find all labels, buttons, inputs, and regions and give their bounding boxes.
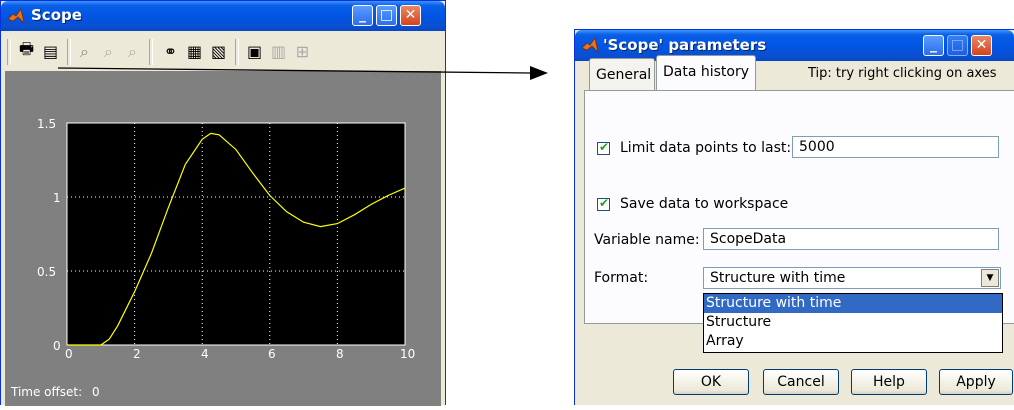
save-axes-settings-icon[interactable]: ▦ bbox=[185, 42, 204, 61]
toolbar-separator bbox=[235, 39, 239, 65]
maximize-button[interactable]: □ bbox=[376, 5, 397, 26]
tab-general[interactable]: General bbox=[589, 58, 655, 90]
scope-window: Scope _ □ ✕ 🖶 ▤ ⌕ ⌕ ⌕ ⚭ ▦ ▧ ▣ ▥ ⊞ 0 2 4 … bbox=[0, 0, 446, 406]
scope-title: Scope bbox=[31, 6, 82, 24]
variable-name-field[interactable]: ScopeData bbox=[703, 228, 999, 250]
floating-scope-icon[interactable]: ▣ bbox=[245, 42, 264, 61]
minimize-icon: _ bbox=[359, 7, 366, 23]
toolbar-grip bbox=[7, 39, 11, 65]
scope-title-bar[interactable]: Scope _ □ ✕ bbox=[1, 1, 445, 31]
print-icon[interactable]: 🖶 bbox=[17, 39, 36, 61]
maximize-icon: □ bbox=[950, 37, 965, 53]
cancel-button[interactable]: Cancel bbox=[763, 369, 839, 395]
scope-toolbar: 🖶 ▤ ⌕ ⌕ ⌕ ⚭ ▦ ▧ ▣ ▥ ⊞ bbox=[5, 33, 441, 69]
plot-area: 0 2 4 6 8 10 0 0.5 1 1.5 bbox=[5, 71, 441, 406]
check-icon: ✔ bbox=[599, 140, 610, 154]
params-title-bar[interactable]: 'Scope' parameters _ □ ✕ bbox=[575, 30, 1014, 61]
format-option[interactable]: Array bbox=[704, 332, 1002, 351]
tab-data-history[interactable]: Data history bbox=[656, 55, 756, 91]
x-tick-label: 2 bbox=[133, 347, 141, 361]
lock-axes-icon[interactable]: ⊞ bbox=[293, 42, 312, 61]
time-offset-value: 0 bbox=[92, 385, 100, 399]
autoscale-binoculars-icon[interactable]: ⚭ bbox=[161, 42, 180, 61]
minimize-button[interactable]: _ bbox=[352, 5, 373, 26]
zoom-y-icon[interactable]: ⌕ bbox=[123, 42, 142, 61]
format-option[interactable]: Structure with time bbox=[704, 294, 1002, 313]
tip-text: Tip: try right clicking on axes bbox=[808, 66, 997, 81]
chevron-down-icon[interactable]: ▼ bbox=[981, 269, 999, 287]
x-tick-label: 10 bbox=[400, 347, 416, 361]
y-tick-label: 0 bbox=[53, 339, 61, 353]
toolbar-separator bbox=[67, 39, 71, 65]
limit-data-points-label: Limit data points to last: bbox=[620, 140, 792, 156]
arrow-head-icon bbox=[530, 66, 548, 80]
limit-data-points-field[interactable]: 5000 bbox=[792, 136, 999, 158]
save-to-workspace-label: Save data to workspace bbox=[620, 196, 789, 212]
restore-axes-settings-icon[interactable]: ▧ bbox=[209, 42, 228, 61]
format-label: Format: bbox=[594, 270, 649, 286]
zoom-icon[interactable]: ⌕ bbox=[75, 42, 94, 61]
limit-data-points-checkbox[interactable]: ✔ bbox=[597, 140, 610, 155]
toolbar-separator bbox=[149, 39, 153, 65]
maximize-icon: □ bbox=[379, 7, 394, 23]
y-tick-label: 1 bbox=[53, 191, 61, 205]
save-to-workspace-checkbox[interactable]: ✔ bbox=[597, 196, 610, 211]
help-button[interactable]: Help bbox=[851, 369, 927, 395]
x-tick-label: 6 bbox=[268, 347, 276, 361]
y-tick-label: 1.5 bbox=[37, 117, 57, 131]
format-dropdown[interactable]: Structure with time ▼ bbox=[703, 267, 1001, 289]
format-option[interactable]: Structure bbox=[704, 313, 1002, 332]
time-offset-label: Time offset: bbox=[11, 385, 83, 399]
format-dropdown-list: Structure with time Structure Array bbox=[703, 293, 1003, 353]
check-icon: ✔ bbox=[599, 196, 610, 210]
plot-axes-background bbox=[66, 122, 406, 346]
variable-name-label: Variable name: bbox=[594, 232, 700, 248]
time-offset: Time offset: 0 bbox=[11, 385, 100, 399]
close-button[interactable]: ✕ bbox=[400, 5, 421, 26]
y-tick-label: 0.5 bbox=[37, 265, 57, 279]
matlab-logo-icon bbox=[7, 8, 25, 24]
format-selected-value: Structure with time bbox=[710, 270, 846, 286]
matlab-logo-icon bbox=[581, 37, 599, 53]
maximize-button[interactable]: □ bbox=[947, 35, 968, 56]
params-title: 'Scope' parameters bbox=[603, 36, 767, 54]
minimize-button[interactable]: _ bbox=[923, 35, 944, 56]
parameters-icon[interactable]: ▤ bbox=[41, 42, 60, 61]
minimize-icon: _ bbox=[930, 37, 937, 53]
close-icon: ✕ bbox=[404, 7, 417, 23]
x-tick-label: 0 bbox=[65, 347, 73, 361]
x-tick-label: 8 bbox=[336, 347, 344, 361]
x-tick-label: 4 bbox=[201, 347, 209, 361]
close-icon: ✕ bbox=[975, 37, 988, 53]
signal-selection-icon[interactable]: ▥ bbox=[269, 42, 288, 61]
ok-button[interactable]: OK bbox=[673, 369, 749, 395]
close-button[interactable]: ✕ bbox=[971, 35, 992, 56]
zoom-x-icon[interactable]: ⌕ bbox=[99, 42, 118, 61]
apply-button[interactable]: Apply bbox=[939, 369, 1013, 395]
